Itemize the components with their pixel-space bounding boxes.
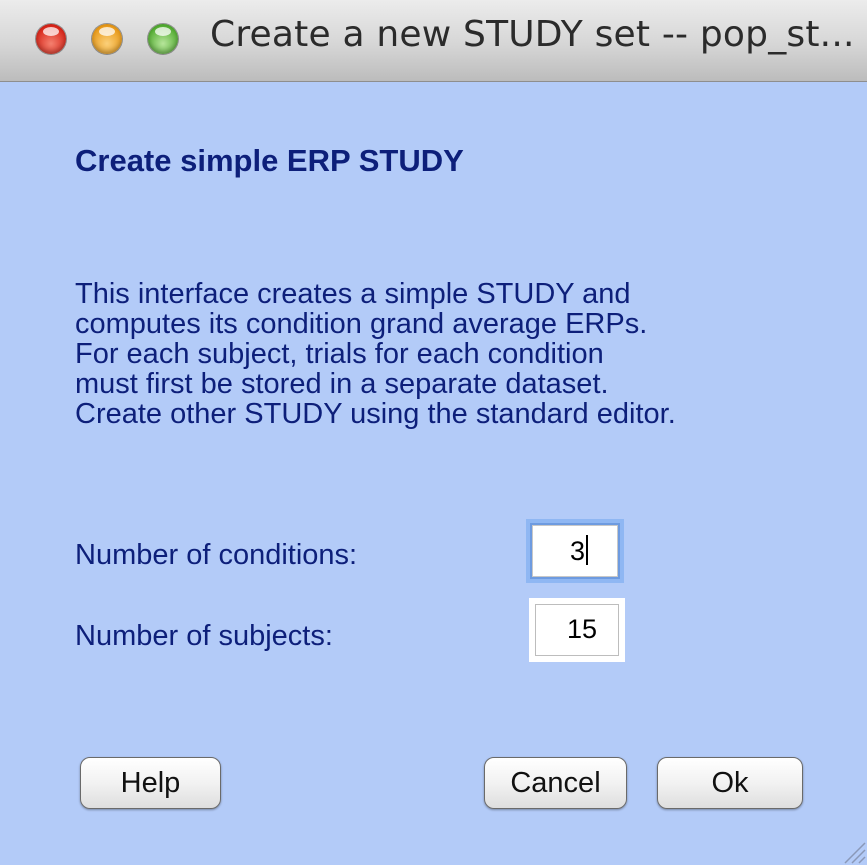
close-window-icon[interactable] — [36, 24, 66, 54]
cancel-button[interactable]: Cancel — [484, 757, 627, 809]
ok-button[interactable]: Ok — [657, 757, 803, 809]
resize-grip-icon[interactable] — [841, 839, 867, 865]
description-text: This interface creates a simple STUDY an… — [75, 279, 676, 429]
dialog-window: Create a new STUDY set -- pop_st... Crea… — [0, 0, 867, 865]
conditions-input[interactable]: 3 — [530, 523, 620, 579]
minimize-window-icon[interactable] — [92, 24, 122, 54]
window-title: Create a new STUDY set -- pop_st... — [210, 14, 855, 55]
description-line: Create other STUDY using the standard ed… — [75, 398, 676, 430]
help-button[interactable]: Help — [80, 757, 221, 809]
zoom-window-icon[interactable] — [148, 24, 178, 54]
subjects-label: Number of subjects: — [75, 620, 333, 652]
conditions-label: Number of conditions: — [75, 539, 358, 571]
subjects-value: 15 — [566, 614, 597, 644]
title-bar[interactable]: Create a new STUDY set -- pop_st... — [0, 0, 867, 82]
conditions-value: 3 — [569, 536, 585, 566]
description-line: computes its condition grand average ERP… — [75, 308, 648, 340]
description-line: For each subject, trials for each condit… — [75, 338, 604, 370]
text-caret — [586, 535, 588, 565]
description-line: This interface creates a simple STUDY an… — [75, 278, 631, 310]
description-line: must first be stored in a separate datas… — [75, 368, 609, 400]
dialog-heading: Create simple ERP STUDY — [75, 143, 464, 178]
subjects-input[interactable]: 15 — [529, 598, 625, 662]
